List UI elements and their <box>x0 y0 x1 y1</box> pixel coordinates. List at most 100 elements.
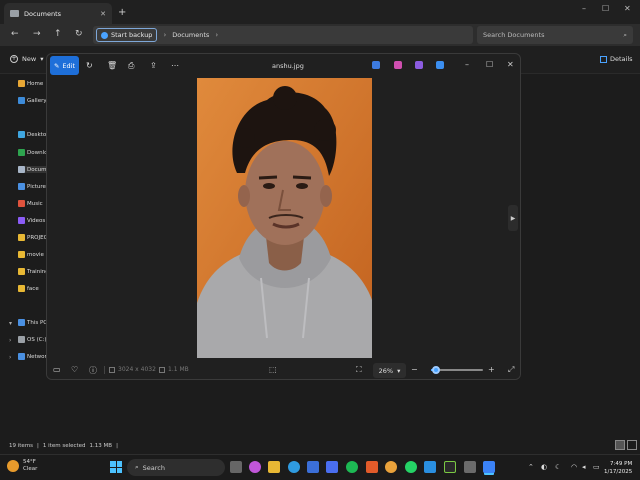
breadcrumb-documents[interactable]: Documents <box>172 31 209 39</box>
store-icon[interactable] <box>307 461 319 473</box>
chevron-right-icon[interactable]: › <box>215 31 218 39</box>
details-button[interactable]: Details <box>600 55 633 63</box>
zoom-slider-thumb[interactable] <box>432 366 441 374</box>
sidebar-item-face[interactable]: face <box>18 285 39 292</box>
desktop-icon <box>18 131 25 138</box>
explorer-titlebar: Documents ✕ + – ☐ ✕ <box>0 0 640 24</box>
rotate-icon[interactable]: ↻ <box>86 61 93 70</box>
tiles-view-button[interactable] <box>627 440 637 450</box>
refresh-button[interactable]: ↻ <box>75 29 83 39</box>
address-bar[interactable]: Start backup › Documents › <box>93 26 473 44</box>
more-options-icon[interactable]: ⋯ <box>171 61 179 70</box>
minimize-icon[interactable]: – <box>582 4 586 13</box>
pc-icon <box>18 319 25 326</box>
edge-icon[interactable] <box>288 461 300 473</box>
chevron-right-icon[interactable]: › <box>9 354 11 361</box>
tray-app-icon[interactable]: ☾ <box>555 463 561 471</box>
chrome-icon[interactable] <box>385 461 397 473</box>
left-eye <box>263 183 275 189</box>
search-input[interactable]: Search Documents ⌕ <box>477 26 633 44</box>
start-backup-button[interactable]: Start backup <box>96 28 158 42</box>
minimize-icon[interactable]: – <box>465 60 469 69</box>
zoom-slider[interactable] <box>431 366 483 374</box>
chevron-up-icon[interactable]: ⌃ <box>528 463 534 471</box>
filmstrip-icon[interactable]: ▭ <box>53 365 61 374</box>
status-bar: 19 items | 1 item selected 1.13 MB | <box>0 438 640 454</box>
tab-documents[interactable]: Documents ✕ <box>4 3 112 24</box>
sidebar-item-this-pc[interactable]: This PC <box>18 319 47 326</box>
brave-icon[interactable] <box>366 461 378 473</box>
image-dimensions: 3024 x 4032 <box>109 366 156 373</box>
battery-icon[interactable]: ▭ <box>593 463 600 471</box>
folder-icon <box>18 234 25 241</box>
navigation-pane: Home Gallery Desktop Downloads Documents… <box>0 74 67 434</box>
gallery-icon <box>18 97 25 104</box>
sidebar-item-desktop[interactable]: Desktop <box>18 131 50 138</box>
task-view-icon[interactable] <box>230 461 242 473</box>
spotify-icon[interactable] <box>346 461 358 473</box>
sidebar-item-pictures[interactable]: Pictures <box>18 183 49 190</box>
forward-button[interactable]: → <box>33 29 41 39</box>
videos-icon <box>18 217 25 224</box>
favorite-heart-icon[interactable]: ♡ <box>71 365 78 374</box>
next-photo-button[interactable]: ▶ <box>508 205 518 231</box>
wifi-icon[interactable]: ◠ <box>571 463 577 471</box>
back-button[interactable]: ← <box>11 29 19 39</box>
close-tab-icon[interactable]: ✕ <box>100 10 106 18</box>
sidebar-item-gallery[interactable]: Gallery <box>18 97 47 104</box>
delete-icon[interactable]: 🗑 <box>107 61 117 70</box>
whatsapp-icon[interactable] <box>405 461 417 473</box>
onedrive-app-icon[interactable] <box>436 61 444 69</box>
sidebar-item-os-c[interactable]: OS (C:) <box>18 336 47 343</box>
zoom-level-dropdown[interactable]: 26% ▾ <box>373 363 406 378</box>
zoom-out-icon[interactable]: − <box>411 365 418 374</box>
tray-app-icon[interactable]: ◐ <box>541 463 547 471</box>
chevron-down-icon: ▾ <box>40 55 44 63</box>
taskbar-search-label: Search <box>142 463 165 472</box>
sidebar-item-home[interactable]: Home <box>18 80 43 87</box>
zoom-in-icon[interactable]: + <box>488 365 495 374</box>
app-icon[interactable] <box>464 461 476 473</box>
taskbar-search[interactable]: ⌕ Search <box>127 459 225 476</box>
drive-icon <box>18 336 25 343</box>
weather-widget[interactable]: 54°F Clear <box>7 459 37 473</box>
close-window-icon[interactable]: ✕ <box>624 4 631 13</box>
clipchamp-app-icon[interactable] <box>415 61 423 69</box>
new-button[interactable]: + New ▾ <box>10 55 43 63</box>
chevron-right-icon[interactable]: › <box>9 337 11 344</box>
select-region-icon[interactable]: ⬚ <box>269 365 277 374</box>
file-explorer-icon[interactable] <box>268 461 280 473</box>
vscode-icon[interactable] <box>424 461 436 473</box>
volume-icon[interactable]: ◂ <box>582 463 586 471</box>
up-button[interactable]: ↑ <box>54 29 62 39</box>
info-icon[interactable]: ⓘ <box>89 365 97 376</box>
sidebar-item-label: This PC <box>27 319 48 326</box>
terminal-icon[interactable] <box>444 461 456 473</box>
print-icon[interactable]: ⎙ <box>128 61 134 71</box>
app-icon[interactable] <box>326 461 338 473</box>
sidebar-item-videos[interactable]: Videos <box>18 217 45 224</box>
start-button[interactable] <box>110 461 122 473</box>
edit-button[interactable]: ✎ Edit <box>50 56 79 75</box>
zoom-value: 26% <box>378 366 394 375</box>
sidebar-item-label: OS (C:) <box>27 336 47 343</box>
maximize-icon[interactable]: ☐ <box>486 60 493 69</box>
close-icon[interactable]: ✕ <box>507 60 514 69</box>
fullscreen-icon[interactable]: ⤢ <box>508 365 514 375</box>
photos-app-icon[interactable] <box>483 461 495 473</box>
copilot-icon[interactable] <box>249 461 261 473</box>
new-tab-button[interactable]: + <box>118 7 126 18</box>
sidebar-item-label: Home <box>27 80 44 87</box>
details-view-button[interactable] <box>615 440 625 450</box>
fit-to-window-icon[interactable]: ⛶ <box>356 365 362 375</box>
share-icon[interactable]: ⇪ <box>150 61 157 70</box>
designer-app-icon[interactable] <box>394 61 402 69</box>
paint-app-icon[interactable] <box>372 61 380 69</box>
search-icon: ⌕ <box>135 463 139 471</box>
sun-icon <box>7 460 19 472</box>
chevron-down-icon[interactable]: ▾ <box>9 320 12 327</box>
sidebar-item-music[interactable]: Music <box>18 200 43 207</box>
sidebar-item-label: Music <box>27 200 43 207</box>
maximize-icon[interactable]: ☐ <box>602 4 609 13</box>
clock[interactable]: 7:49 PM 1/17/2025 <box>604 460 632 476</box>
